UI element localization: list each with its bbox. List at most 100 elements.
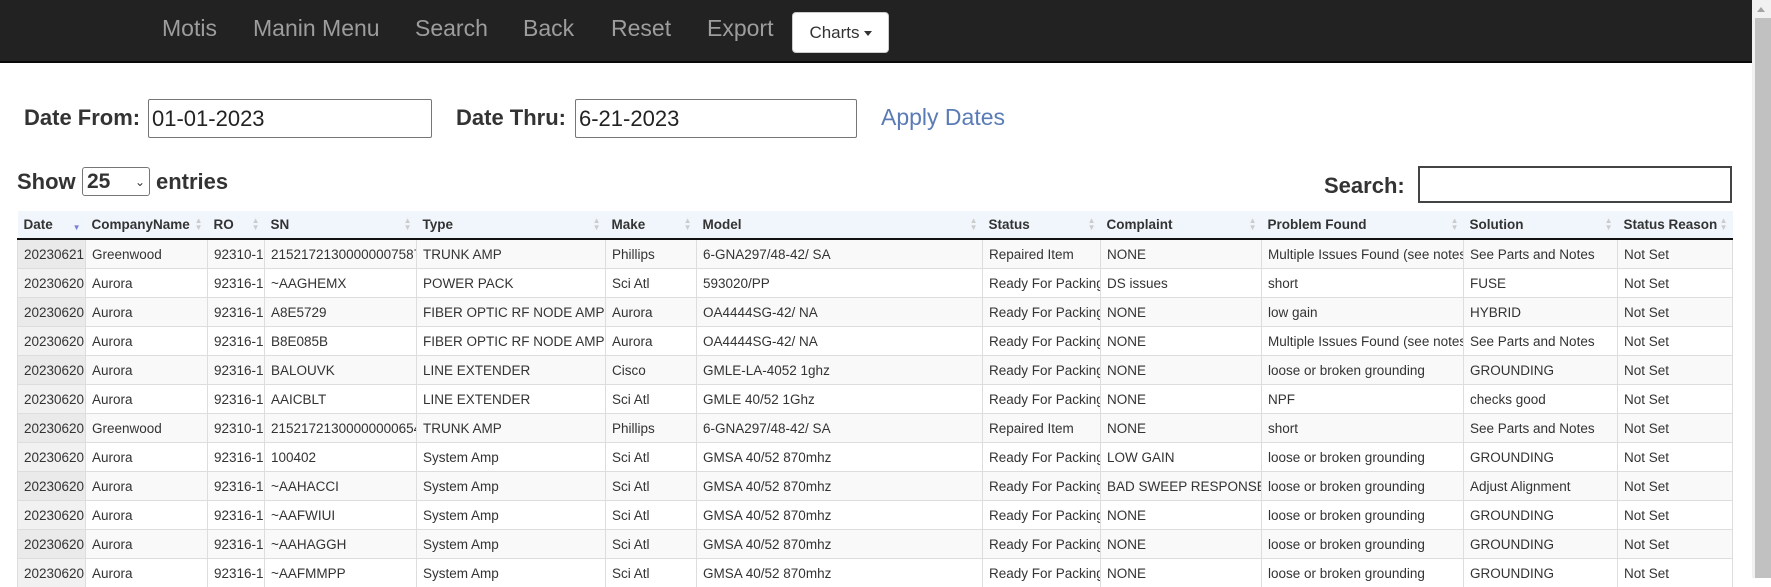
column-header-label: Status — [989, 217, 1030, 232]
scroll-up-arrow-icon[interactable] — [1757, 7, 1765, 12]
entries-select[interactable]: 25 ⌄ — [82, 167, 150, 196]
column-header-solution[interactable]: Solution▲▼ — [1464, 211, 1618, 239]
nav-search[interactable]: Search — [415, 15, 488, 42]
cell-problem-found: Multiple Issues Found (see notes) — [1262, 327, 1464, 356]
navbar: Motis Manin Menu Search Back Reset Expor… — [0, 0, 1752, 63]
table-row[interactable]: 20230620Aurora92316-1~AAFMMPPSystem AmpS… — [18, 559, 1733, 587]
entries-label: entries — [156, 169, 228, 195]
table-row[interactable]: 20230620Aurora92316-1~AAGHEMXPOWER PACKS… — [18, 269, 1733, 298]
cell-model: 6-GNA297/48-42/ SA — [697, 239, 983, 269]
nav-motis[interactable]: Motis — [162, 15, 217, 42]
table-row[interactable]: 20230620Aurora92316-1B8E085BFIBER OPTIC … — [18, 327, 1733, 356]
column-header-companyname[interactable]: CompanyName▲▼ — [86, 211, 208, 239]
cell-ro: 92316-1 — [208, 269, 265, 298]
search-input[interactable] — [1418, 166, 1732, 203]
cell-status-reason: Not Set — [1618, 298, 1733, 327]
cell-model: 593020/PP — [697, 269, 983, 298]
cell-problem-found: low gain — [1262, 298, 1464, 327]
cell-model: GMSA 40/52 870mhz — [697, 501, 983, 530]
cell-date: 20230620 — [18, 559, 86, 587]
cell-companyname: Aurora — [86, 443, 208, 472]
cell-status-reason: Not Set — [1618, 530, 1733, 559]
column-header-sn[interactable]: SN▲▼ — [265, 211, 417, 239]
table-row[interactable]: 20230620Aurora92316-1100402System AmpSci… — [18, 443, 1733, 472]
date-thru-input[interactable] — [575, 99, 857, 138]
table-row[interactable]: 20230620Aurora92316-1~AAHACCISystem AmpS… — [18, 472, 1733, 501]
scrollbar-thumb[interactable] — [1755, 18, 1771, 578]
nav-export[interactable]: Export — [707, 15, 773, 42]
cell-date: 20230620 — [18, 472, 86, 501]
cell-model: OA4444SG-42/ NA — [697, 327, 983, 356]
cell-ro: 92316-1 — [208, 298, 265, 327]
column-header-model[interactable]: Model▲▼ — [697, 211, 983, 239]
cell-complaint: NONE — [1101, 298, 1262, 327]
column-header-date[interactable]: Date▼ — [18, 211, 86, 239]
date-from-label: Date From: — [24, 105, 140, 131]
table-row[interactable]: 20230620Aurora92316-1AAICBLTLINE EXTENDE… — [18, 385, 1733, 414]
column-header-label: Problem Found — [1268, 217, 1367, 232]
cell-solution: GROUNDING — [1464, 356, 1618, 385]
column-header-complaint[interactable]: Complaint▲▼ — [1101, 211, 1262, 239]
nav-back[interactable]: Back — [523, 15, 574, 42]
cell-solution: GROUNDING — [1464, 559, 1618, 587]
date-from-input[interactable] — [148, 99, 432, 138]
column-header-label: Solution — [1470, 217, 1524, 232]
cell-type: TRUNK AMP — [417, 239, 606, 269]
cell-ro: 92310-1 — [208, 239, 265, 269]
table-row[interactable]: 20230621Greenwood92310-12152172130000000… — [18, 239, 1733, 269]
cell-problem-found: loose or broken grounding — [1262, 501, 1464, 530]
column-header-problem-found[interactable]: Problem Found▲▼ — [1262, 211, 1464, 239]
cell-date: 20230620 — [18, 327, 86, 356]
cell-status-reason: Not Set — [1618, 269, 1733, 298]
cell-problem-found: loose or broken grounding — [1262, 559, 1464, 587]
table-row[interactable]: 20230620Aurora92316-1BALOUVKLINE EXTENDE… — [18, 356, 1733, 385]
table-row[interactable]: 20230620Aurora92316-1A8E5729FIBER OPTIC … — [18, 298, 1733, 327]
cell-status: Repaired Item — [983, 239, 1101, 269]
nav-reset[interactable]: Reset — [611, 15, 671, 42]
cell-ro: 92316-1 — [208, 472, 265, 501]
column-header-status-reason[interactable]: Status Reason▲▼ — [1618, 211, 1733, 239]
cell-type: FIBER OPTIC RF NODE AMP — [417, 298, 606, 327]
cell-status-reason: Not Set — [1618, 443, 1733, 472]
cell-date: 20230620 — [18, 298, 86, 327]
column-header-type[interactable]: Type▲▼ — [417, 211, 606, 239]
cell-date: 20230620 — [18, 443, 86, 472]
table-row[interactable]: 20230620Greenwood92310-12152172130000000… — [18, 414, 1733, 443]
cell-problem-found: loose or broken grounding — [1262, 472, 1464, 501]
cell-sn: 21521721300000000654 — [265, 414, 417, 443]
cell-status: Ready For Packing — [983, 501, 1101, 530]
nav-main-menu[interactable]: Manin Menu — [253, 15, 380, 42]
scrollbar[interactable] — [1752, 0, 1771, 578]
cell-companyname: Aurora — [86, 298, 208, 327]
cell-problem-found: loose or broken grounding — [1262, 443, 1464, 472]
column-header-label: Complaint — [1107, 217, 1173, 232]
table-row[interactable]: 20230620Aurora92316-1~AAHAGGHSystem AmpS… — [18, 530, 1733, 559]
cell-complaint: NONE — [1101, 356, 1262, 385]
column-header-label: Status Reason — [1624, 217, 1718, 232]
sort-both-icon: ▲▼ — [684, 217, 692, 231]
cell-type: POWER PACK — [417, 269, 606, 298]
apply-dates-link[interactable]: Apply Dates — [881, 104, 1005, 131]
search-label: Search: — [1324, 173, 1405, 199]
chevron-down-icon: ⌄ — [135, 175, 145, 189]
sort-both-icon: ▲▼ — [252, 217, 260, 231]
cell-complaint: DS issues — [1101, 269, 1262, 298]
cell-problem-found: NPF — [1262, 385, 1464, 414]
show-label: Show — [17, 169, 76, 195]
cell-status: Ready For Packing — [983, 443, 1101, 472]
sort-both-icon: ▲▼ — [970, 217, 978, 231]
cell-problem-found: loose or broken grounding — [1262, 356, 1464, 385]
cell-companyname: Aurora — [86, 501, 208, 530]
charts-dropdown-button[interactable]: Charts — [792, 12, 889, 53]
cell-model: GMSA 40/52 870mhz — [697, 443, 983, 472]
column-header-make[interactable]: Make▲▼ — [606, 211, 697, 239]
column-header-label: Type — [423, 217, 454, 232]
cell-model: GMSA 40/52 870mhz — [697, 559, 983, 587]
cell-date: 20230620 — [18, 530, 86, 559]
table-row[interactable]: 20230620Aurora92316-1~AAFWIUISystem AmpS… — [18, 501, 1733, 530]
cell-status-reason: Not Set — [1618, 239, 1733, 269]
column-header-ro[interactable]: RO▲▼ — [208, 211, 265, 239]
cell-status: Ready For Packing — [983, 269, 1101, 298]
column-header-status[interactable]: Status▲▼ — [983, 211, 1101, 239]
cell-type: System Amp — [417, 443, 606, 472]
